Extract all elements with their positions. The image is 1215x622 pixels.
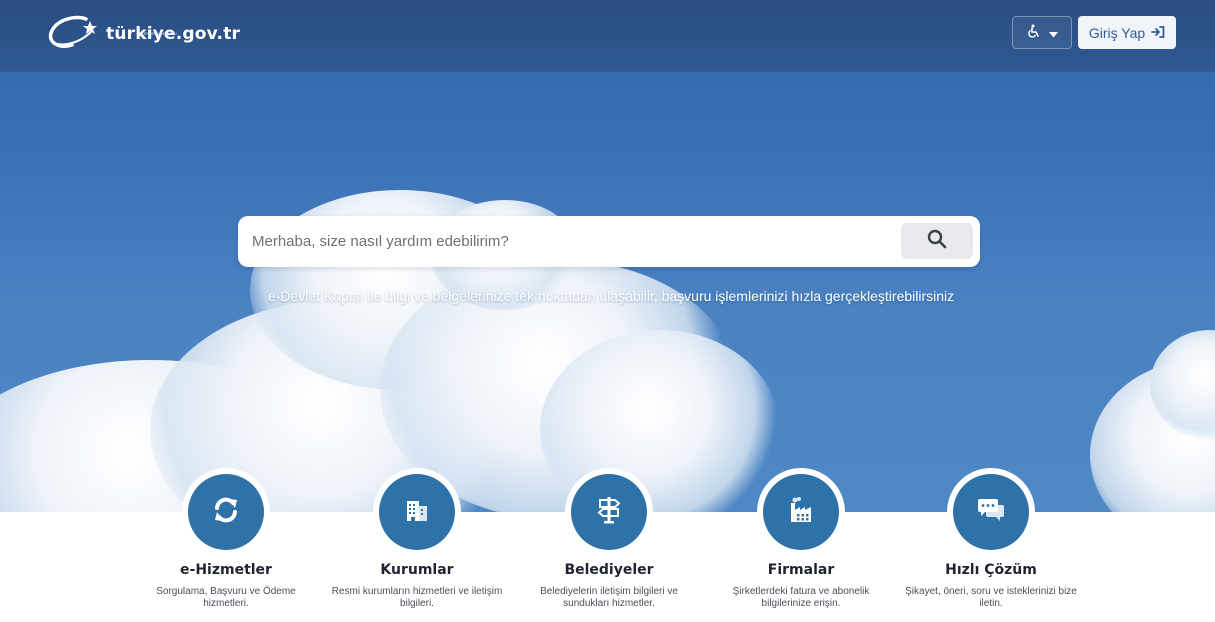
- service-firmalar[interactable]: Firmalar Şirketlerdeki fatura ve aboneli…: [701, 468, 901, 610]
- login-button[interactable]: Giriş Yap: [1078, 16, 1176, 49]
- service-description: Resmi kurumların hizmetleri ve iletişim …: [331, 586, 503, 609]
- service-description: Şirketlerdeki fatura ve abonelik bilgile…: [732, 586, 870, 609]
- login-label: Giriş Yap: [1088, 24, 1146, 41]
- service-circle: [182, 468, 270, 556]
- header-bar: türkiye.gov.tr Devletin Kısayolu Giriş Y…: [0, 0, 1215, 72]
- wheelchair-icon: [1027, 23, 1041, 42]
- search-box: [238, 216, 980, 267]
- service-title: Firmalar: [767, 562, 835, 578]
- services-row: e-Hizmetler Sorgulama, Başvuru ve Ödeme …: [0, 468, 1215, 622]
- service-kurumlar[interactable]: Kurumlar Resmi kurumların hizmetleri ve …: [317, 468, 517, 610]
- service-description: Şikayet, öneri, soru ve isteklerinizi bi…: [905, 586, 1077, 609]
- service-description: Belediyelerin iletişim bilgileri ve sund…: [540, 586, 678, 609]
- service-hizli-cozum[interactable]: Hızlı Çözüm Şikayet, öneri, soru ve iste…: [891, 468, 1091, 610]
- factory-icon: [786, 496, 816, 528]
- chat-icon: [976, 496, 1006, 528]
- sign-in-icon: [1151, 25, 1165, 41]
- service-e-hizmetler[interactable]: e-Hizmetler Sorgulama, Başvuru ve Ödeme …: [126, 468, 326, 610]
- signpost-icon: [595, 495, 623, 529]
- search-button[interactable]: [901, 223, 973, 259]
- accessibility-button[interactable]: [1012, 16, 1072, 49]
- service-circle: [757, 468, 845, 556]
- hero-background: türkiye.gov.tr Devletin Kısayolu Giriş Y…: [0, 0, 1215, 512]
- caret-down-icon: [1048, 23, 1058, 42]
- logo-emblem-icon: [46, 13, 102, 57]
- service-description: Sorgulama, Başvuru ve Ödeme hizmetleri.: [156, 586, 296, 609]
- search-icon: [927, 229, 947, 253]
- service-title: e-Hizmetler: [180, 562, 272, 578]
- service-title: Hızlı Çözüm: [945, 562, 1037, 578]
- service-belediyeler[interactable]: Belediyeler Belediyelerin iletişim bilgi…: [509, 468, 709, 610]
- search-input[interactable]: [252, 228, 892, 255]
- hero-tagline: e-Devlet Kapısı ile bilgi ve belgelerini…: [267, 288, 955, 304]
- service-circle: [565, 468, 653, 556]
- service-title: Kurumlar: [380, 562, 454, 578]
- logo-tagline: Devletin Kısayolu: [142, 31, 177, 36]
- refresh-icon: [211, 495, 241, 529]
- service-circle: [947, 468, 1035, 556]
- building-icon: [403, 496, 431, 528]
- service-circle: [373, 468, 461, 556]
- service-title: Belediyeler: [564, 562, 654, 578]
